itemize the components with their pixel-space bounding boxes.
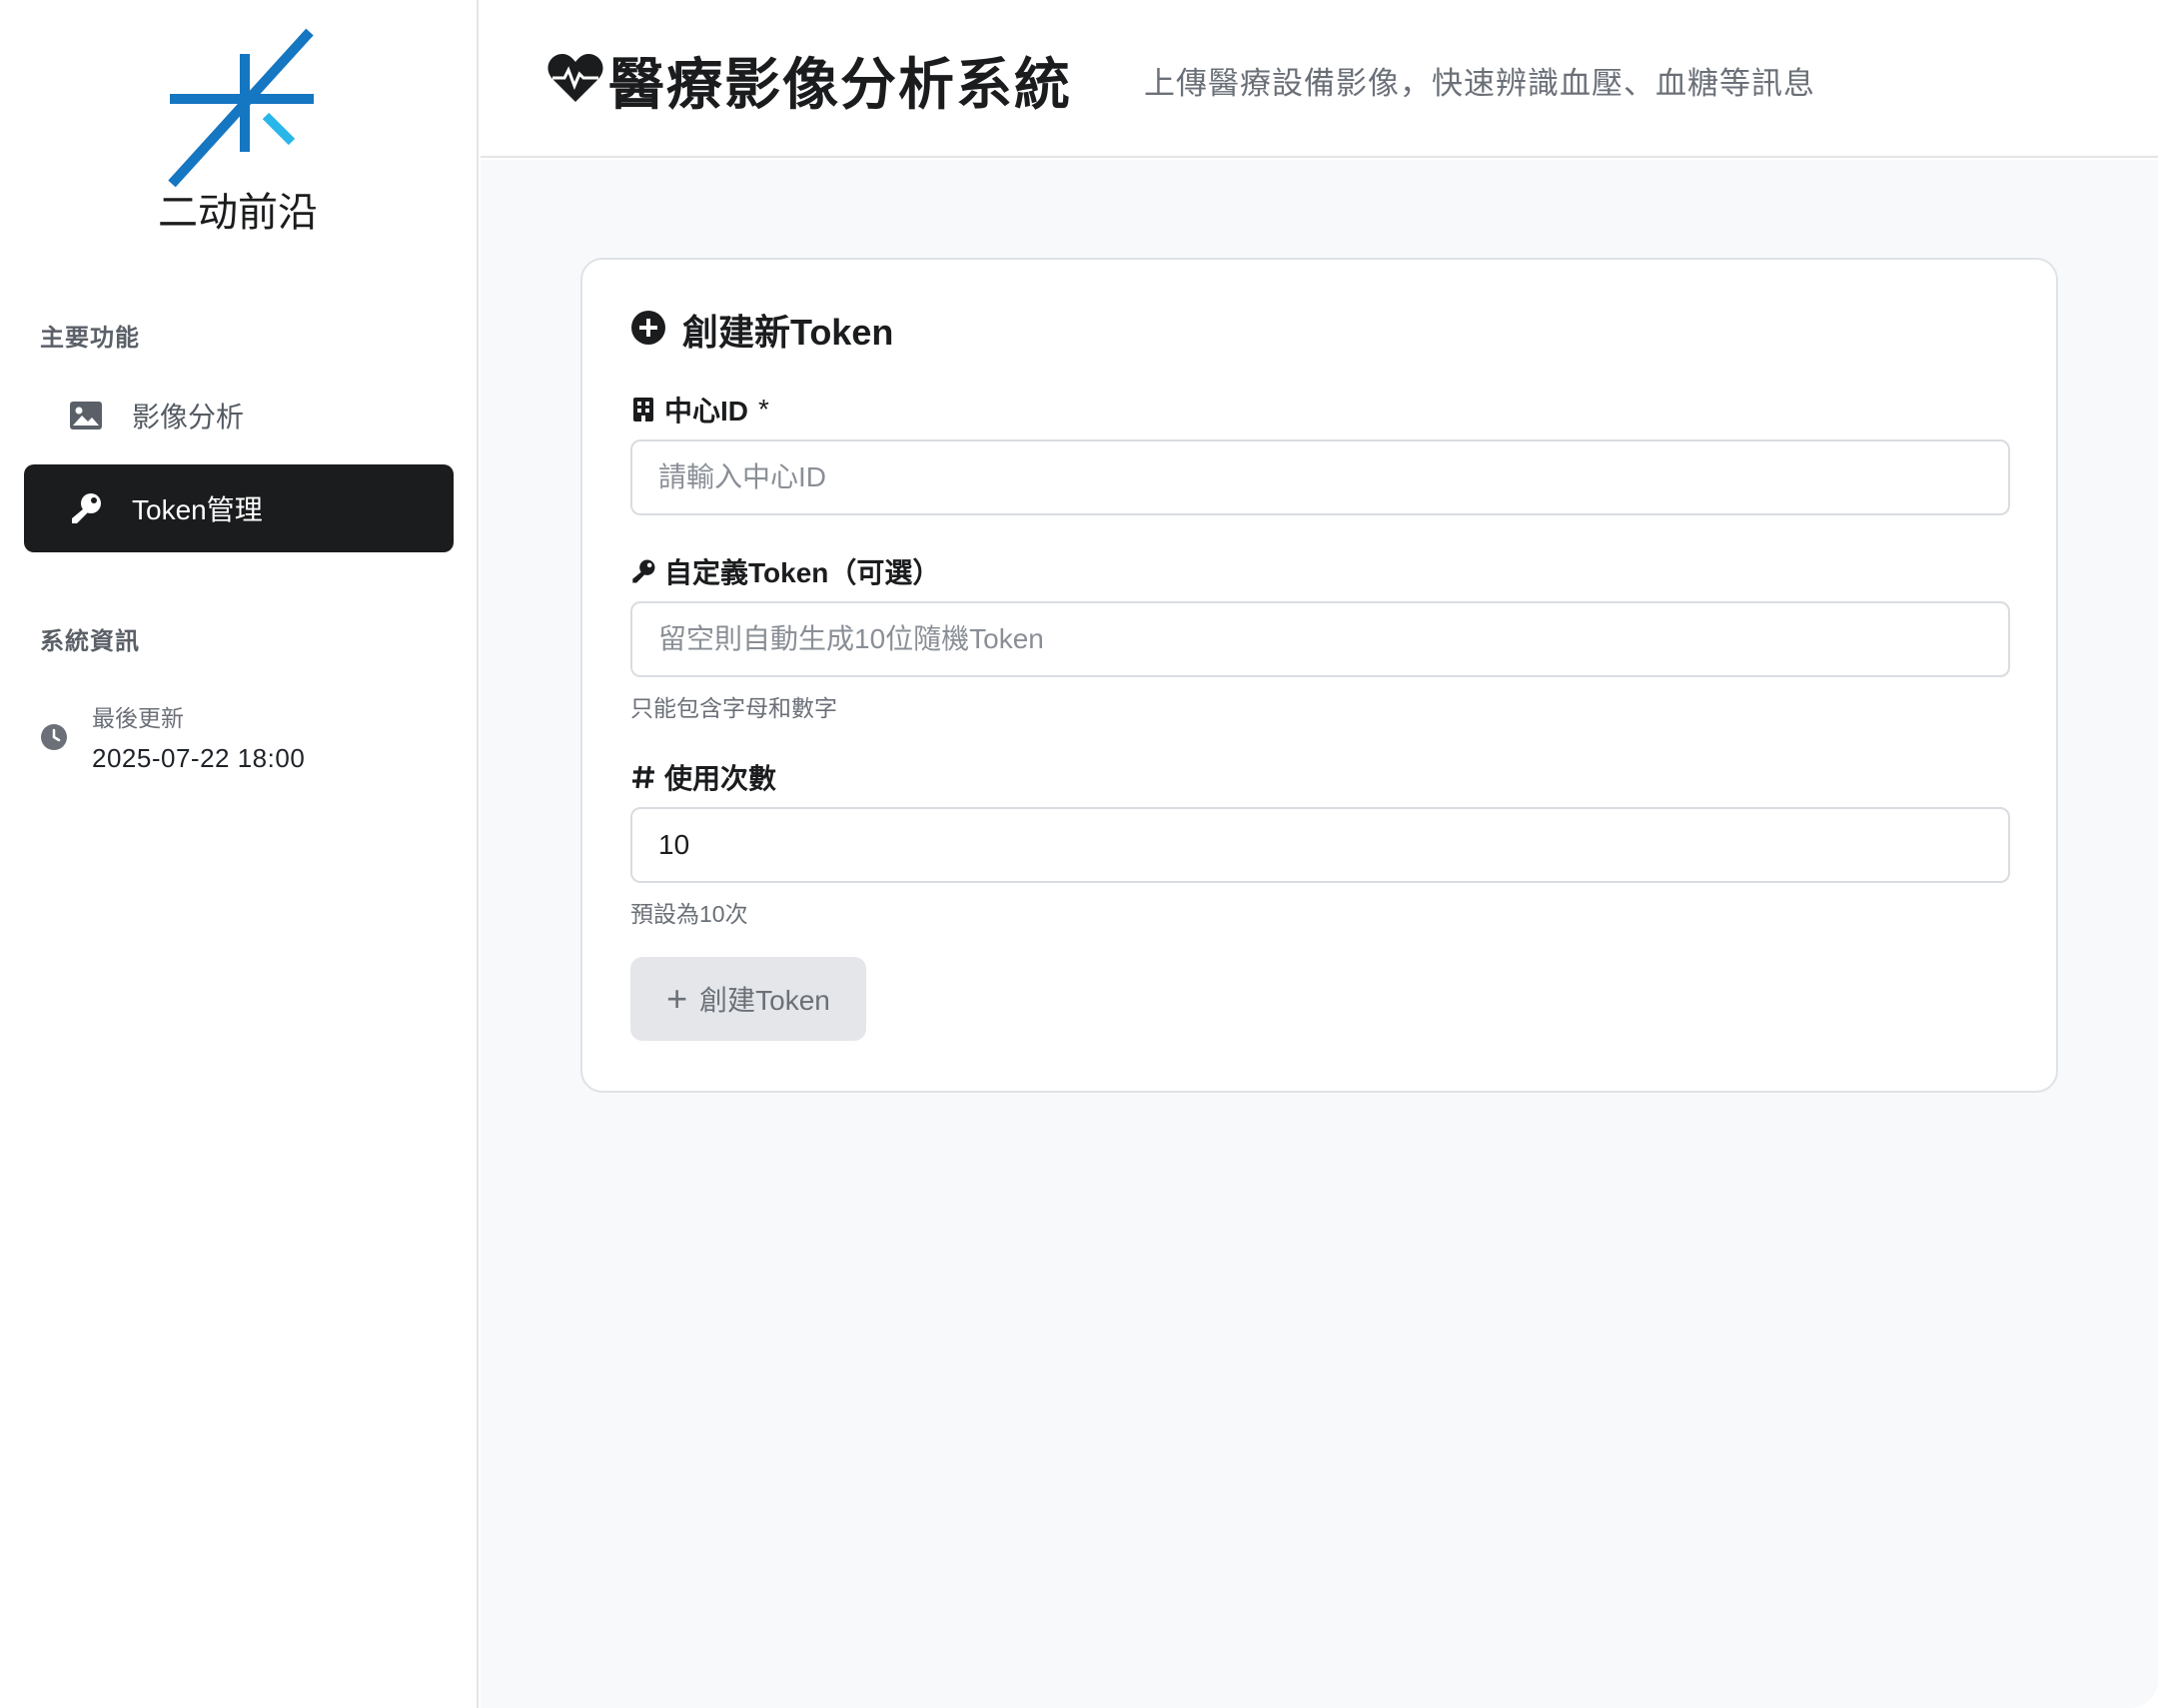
sidebar-item-token-management[interactable]: Token管理 xyxy=(24,464,454,552)
heart-pulse-icon xyxy=(546,52,604,109)
sidebar-item-image-analysis[interactable]: 影像分析 xyxy=(24,372,454,459)
usage-count-label: 使用次數 xyxy=(630,757,776,797)
usage-count-input[interactable] xyxy=(630,807,2010,883)
company-logo: 二动前沿 xyxy=(130,26,350,236)
image-icon xyxy=(66,396,106,435)
card-title: 創建新Token xyxy=(682,312,894,353)
svg-text:二动前沿: 二动前沿 xyxy=(158,190,318,236)
section-title-main: 主要功能 xyxy=(40,325,140,352)
create-token-button[interactable]: + 創建Token xyxy=(630,957,866,1041)
section-title-info: 系統資訊 xyxy=(40,628,140,655)
custom-token-label-text: 自定義Token（可選） xyxy=(664,557,941,588)
center-id-input[interactable] xyxy=(630,439,2010,515)
plus-icon: + xyxy=(666,978,688,1019)
sidebar-item-label: 影像分析 xyxy=(132,402,245,432)
custom-token-label: 自定義Token（可選） xyxy=(630,551,940,591)
last-updated-value: 2025-07-22 18:00 xyxy=(92,743,306,773)
last-updated-label: 最後更新 xyxy=(92,705,184,731)
page-subtitle: 上傳醫療設備影像，快速辨識血壓、血糖等訊息 xyxy=(1144,66,1815,101)
custom-token-input[interactable] xyxy=(630,601,2010,677)
building-icon xyxy=(630,396,656,424)
center-id-label: 中心ID * xyxy=(630,390,769,429)
create-token-button-label: 創建Token xyxy=(699,985,830,1016)
usage-count-label-text: 使用次數 xyxy=(664,763,777,794)
page-title-group: 醫療影像分析系統 xyxy=(546,40,1072,121)
create-token-card: 創建新Token 中心ID * 請輸入中心ID 自定義Token（可選） 留空則… xyxy=(580,258,2058,1093)
usage-count-help: 預設為10次 xyxy=(630,901,748,927)
clock-icon xyxy=(40,723,68,751)
app-window: 二动前沿 主要功能 影像分析 Token管理 系統資訊 最後更新 2025-07… xyxy=(0,0,2158,1708)
page-title: 醫療影像分析系統 xyxy=(608,53,1072,116)
page-header: 醫療影像分析系統 上傳醫療設備影像，快速辨識血壓、血糖等訊息 xyxy=(481,0,2158,158)
custom-token-help: 只能包含字母和數字 xyxy=(630,695,837,721)
main-content: 創建新Token 中心ID * 請輸入中心ID 自定義Token（可選） 留空則… xyxy=(481,160,2158,1708)
key-icon xyxy=(630,557,656,585)
key-icon xyxy=(66,488,106,528)
card-header: 創建新Token xyxy=(630,304,893,356)
last-updated-info: 最後更新 2025-07-22 18:00 xyxy=(40,699,305,774)
sidebar: 二动前沿 主要功能 影像分析 Token管理 系統資訊 最後更新 2025-07… xyxy=(0,0,479,1708)
sidebar-item-label: Token管理 xyxy=(132,494,263,525)
center-id-label-text: 中心ID xyxy=(664,396,749,427)
hash-icon xyxy=(630,763,656,791)
plus-circle-icon xyxy=(630,310,666,351)
required-mark: * xyxy=(758,394,769,425)
